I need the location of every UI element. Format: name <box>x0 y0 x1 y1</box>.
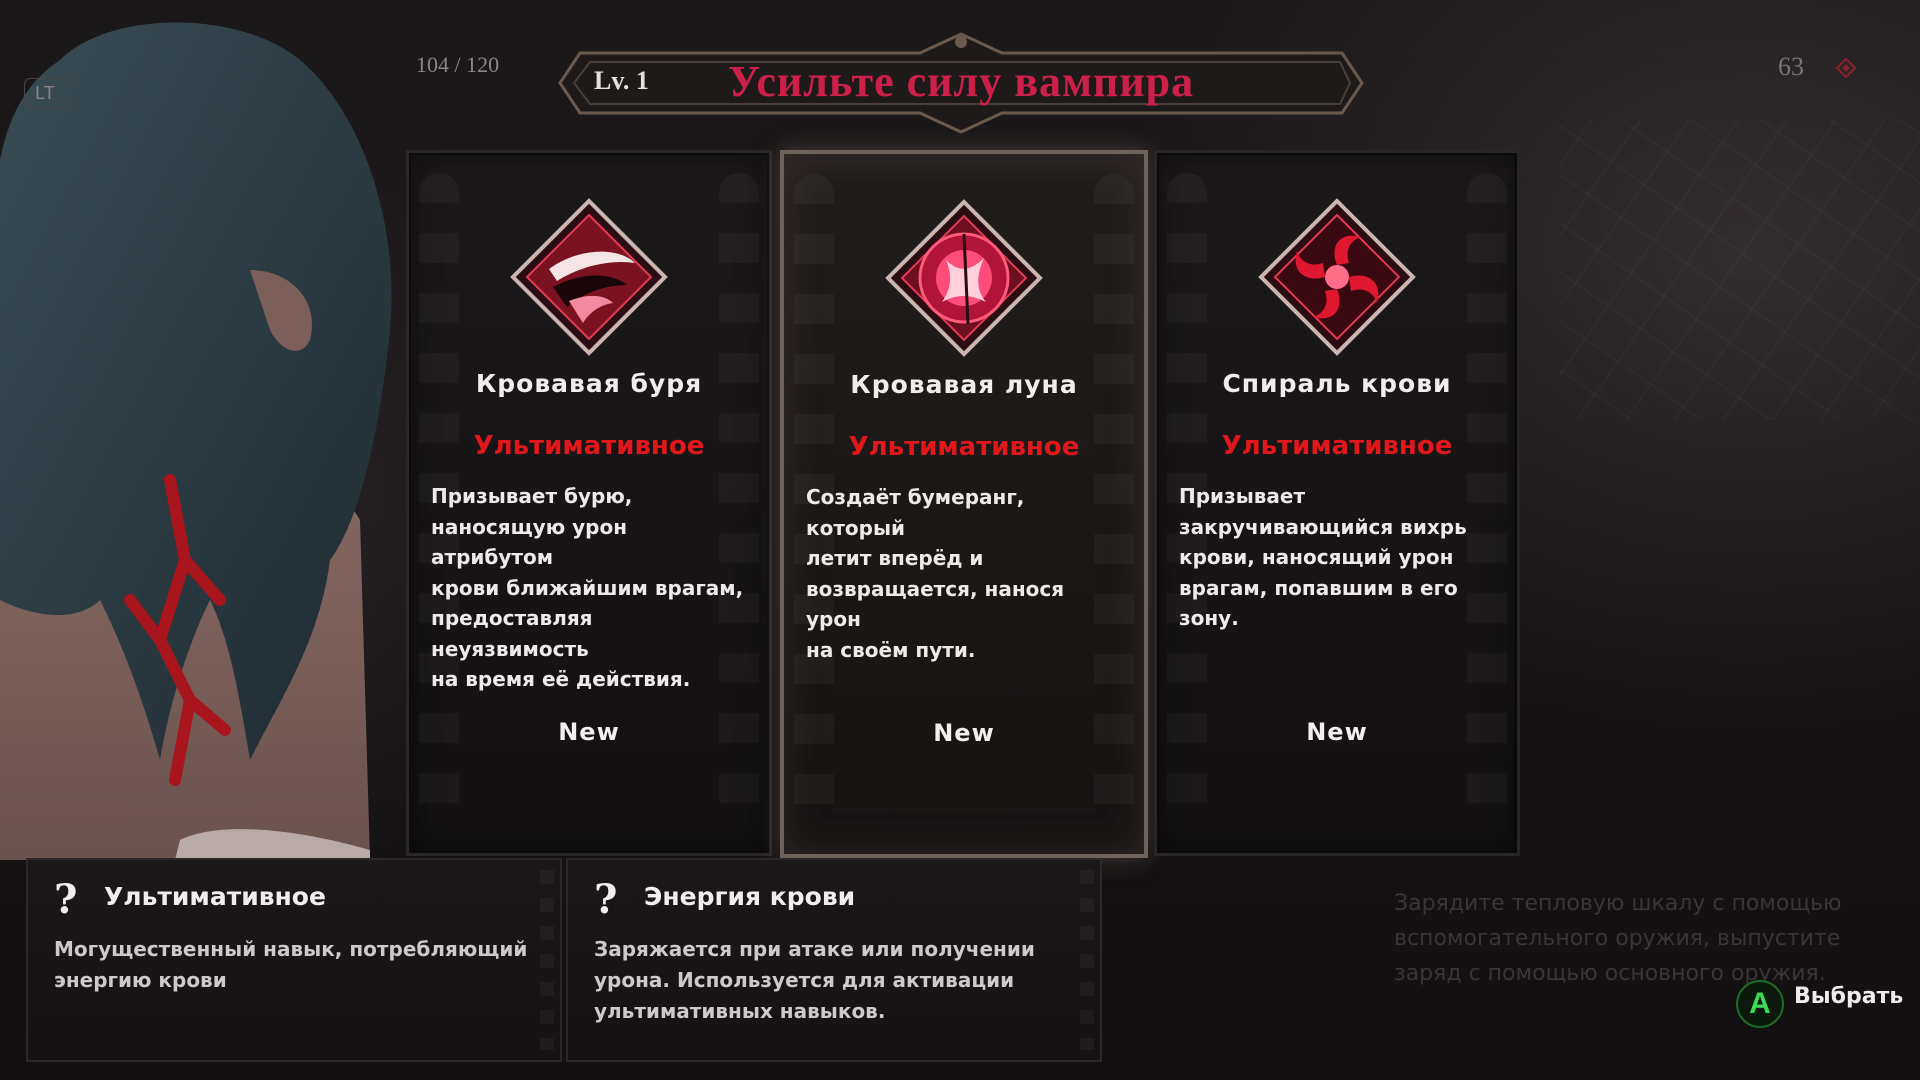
skill-card-blood-moon[interactable]: Кровавая луна Ультимативное Создаёт буме… <box>780 150 1148 858</box>
hint-line: Зарядите тепловую шкалу с помощью <box>1394 891 1842 916</box>
hint-line: вспомогательного оружия, выпустите <box>1394 926 1841 951</box>
description-line: на время её действия. <box>431 667 691 691</box>
description-line: Создаёт бумеранг, который <box>806 485 1025 540</box>
description-line: зону. <box>1179 606 1239 630</box>
description-line: возвращается, нанося урон <box>806 576 1065 632</box>
info-line: энергию крови <box>54 968 227 992</box>
hp-counter: 104 / 120 <box>416 52 500 77</box>
skill-rarity: Ультимативное <box>1221 431 1453 461</box>
skill-name: Спираль крови <box>1222 369 1452 398</box>
skill-name: Кровавая буря <box>475 369 703 398</box>
info-line: Могущественный навык, потребляющий <box>54 937 528 961</box>
blood-moon-icon <box>885 199 1043 357</box>
description-line: на своём пути. <box>806 637 976 662</box>
panel-ornament <box>540 870 554 1050</box>
description-line: летит вперёд и <box>806 546 984 570</box>
info-title: Ультимативное <box>104 882 326 911</box>
blood-gem-icon <box>1836 58 1856 78</box>
description-line: Призывает бурю, <box>431 484 633 508</box>
info-panel-blood-energy: ? Энергия крови Заряжается при атаке или… <box>566 858 1102 1062</box>
info-line: Заряжается при атаке или получении <box>594 937 1035 961</box>
background-hint-text: Зарядите тепловую шкалу с помощью вспомо… <box>1394 886 1894 991</box>
lt-trigger-hint: LT <box>24 78 66 108</box>
info-title: Энергия крови <box>644 882 856 911</box>
description-line: крови, наносящий урон <box>1179 545 1454 569</box>
blood-storm-icon <box>510 198 668 356</box>
panel-ornament <box>1080 870 1094 1050</box>
description-line: предоставляя неуязвимость <box>431 606 593 661</box>
info-panel-ultimate: ? Ультимативное Могущественный навык, по… <box>26 858 562 1062</box>
description-line: закручивающийся вихрь <box>1179 514 1467 539</box>
skill-card-blood-storm[interactable]: Кровавая буря Ультимативное Призывает бу… <box>406 150 772 856</box>
skill-card-blood-spiral[interactable]: Спираль крови Ультимативное Призывает за… <box>1154 150 1520 856</box>
skill-description: Создаёт бумеранг, который летит вперёд и… <box>806 482 1124 665</box>
floor-texture <box>1560 120 1920 420</box>
a-button-icon[interactable]: A <box>1736 980 1784 1028</box>
currency-counter: 63 <box>1778 52 1804 81</box>
description-line: наносящую урон атрибутом <box>431 514 628 570</box>
info-body: Заряжается при атаке или получении урона… <box>594 934 1080 1027</box>
info-line: ультимативных навыков. <box>594 999 886 1023</box>
question-icon: ? <box>54 876 78 923</box>
info-line: урона. Используется для активации <box>594 968 1015 992</box>
description-line: крови ближайшим врагам, <box>431 575 744 600</box>
skill-rarity: Ультимативное <box>473 431 705 461</box>
skill-description: Призывает закручивающийся вихрь крови, н… <box>1179 481 1497 634</box>
skill-rarity: Ультимативное <box>848 432 1080 462</box>
skill-name: Кровавая луна <box>850 370 1078 399</box>
description-line: Призывает <box>1179 484 1306 508</box>
description-line: врагам, попавшим в его <box>1179 575 1458 600</box>
new-tag: New <box>1306 718 1368 746</box>
info-body: Могущественный навык, потребляющий энерг… <box>54 934 540 996</box>
title-banner: Lv. 1 Усильте силу вампира <box>540 28 1382 138</box>
select-action-label[interactable]: Выбрать <box>1794 984 1903 1009</box>
blood-spiral-icon <box>1258 198 1416 356</box>
skill-description: Призывает бурю, наносящую урон атрибутом… <box>431 481 749 695</box>
question-icon: ? <box>594 876 618 923</box>
page-title: Усильте силу вампира <box>727 57 1195 106</box>
new-tag: New <box>558 718 620 746</box>
new-tag: New <box>933 719 995 747</box>
